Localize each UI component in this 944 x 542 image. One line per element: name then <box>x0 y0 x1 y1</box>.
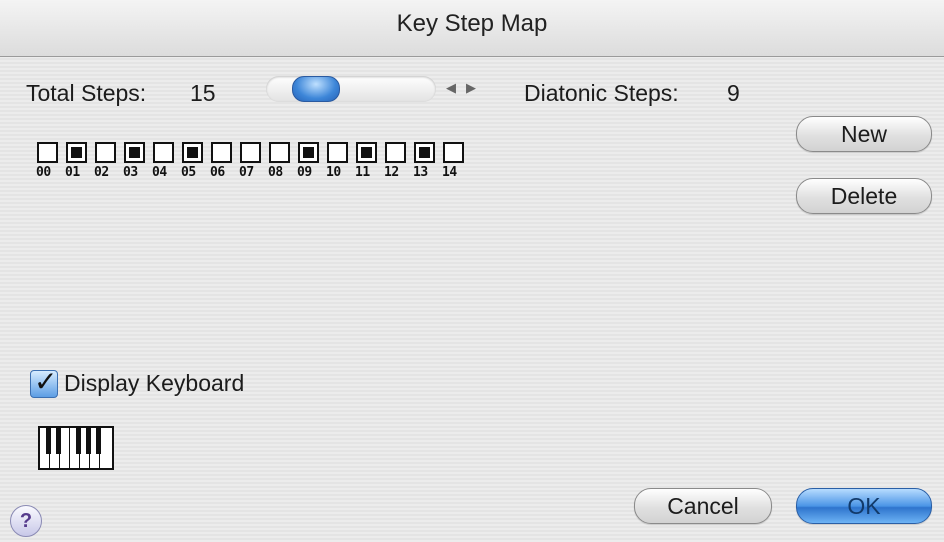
display-keyboard-label[interactable]: Display Keyboard <box>64 370 244 397</box>
checkmark-icon: ✓ <box>34 365 58 398</box>
help-button[interactable]: ? <box>10 505 42 537</box>
step-checkbox[interactable] <box>385 142 406 163</box>
step-number: 14 <box>442 165 457 180</box>
key-step-map-dialog: Key Step Map Total Steps: 15 ◀ ▶ Diatoni… <box>0 0 944 542</box>
total-steps-slider-thumb[interactable] <box>292 76 340 102</box>
step-checkbox[interactable] <box>240 142 261 163</box>
new-button[interactable]: New <box>796 116 932 152</box>
step-checkbox[interactable] <box>269 142 290 163</box>
total-steps-value: 15 <box>190 80 216 106</box>
ok-button[interactable]: OK <box>796 488 932 524</box>
step-checkbox[interactable] <box>443 142 464 163</box>
step-number: 08 <box>268 165 283 180</box>
triangle-right-icon[interactable]: ▶ <box>464 78 478 98</box>
step-number: 06 <box>210 165 225 180</box>
step-number: 07 <box>239 165 254 180</box>
cancel-button[interactable]: Cancel <box>634 488 772 524</box>
window-title: Key Step Map <box>396 10 548 37</box>
step-item[interactable]: 08 <box>268 142 297 190</box>
step-checkbox[interactable] <box>124 142 145 163</box>
diatonic-steps-value: 9 <box>727 80 740 106</box>
step-item[interactable]: 11 <box>355 142 384 190</box>
delete-button[interactable]: Delete <box>796 178 932 214</box>
diatonic-steps-label: Diatonic Steps: <box>524 80 679 106</box>
step-item[interactable]: 14 <box>442 142 471 190</box>
step-number: 11 <box>355 165 370 180</box>
step-item[interactable]: 00 <box>36 142 65 190</box>
step-item[interactable]: 02 <box>94 142 123 190</box>
step-number: 12 <box>384 165 399 180</box>
total-steps-label: Total Steps: <box>26 80 147 106</box>
step-number: 04 <box>152 165 167 180</box>
slider-arrows: ◀ ▶ <box>444 78 478 98</box>
step-checkbox[interactable] <box>66 142 87 163</box>
step-checkbox[interactable] <box>414 142 435 163</box>
step-item[interactable]: 04 <box>152 142 181 190</box>
step-checkbox[interactable] <box>298 142 319 163</box>
step-item[interactable]: 13 <box>413 142 442 190</box>
step-number: 01 <box>65 165 80 180</box>
step-checkbox[interactable] <box>182 142 203 163</box>
step-item[interactable]: 10 <box>326 142 355 190</box>
step-checkbox[interactable] <box>327 142 348 163</box>
step-item[interactable]: 06 <box>210 142 239 190</box>
step-item[interactable]: 05 <box>181 142 210 190</box>
step-checkbox[interactable] <box>37 142 58 163</box>
step-item[interactable]: 01 <box>65 142 94 190</box>
step-number: 09 <box>297 165 312 180</box>
step-number: 13 <box>413 165 428 180</box>
step-number: 02 <box>94 165 109 180</box>
display-keyboard-checkbox[interactable]: ✓ <box>30 365 58 398</box>
step-item[interactable]: 07 <box>239 142 268 190</box>
triangle-left-icon[interactable]: ◀ <box>444 78 458 98</box>
keyboard-preview <box>38 426 114 470</box>
title-bar[interactable]: Key Step Map <box>0 0 944 57</box>
step-checkbox[interactable] <box>153 142 174 163</box>
step-number: 10 <box>326 165 341 180</box>
step-number: 03 <box>123 165 138 180</box>
step-checkbox[interactable] <box>95 142 116 163</box>
step-item[interactable]: 12 <box>384 142 413 190</box>
step-item[interactable]: 09 <box>297 142 326 190</box>
step-number: 05 <box>181 165 196 180</box>
step-number: 00 <box>36 165 51 180</box>
step-item[interactable]: 03 <box>123 142 152 190</box>
step-checkbox[interactable] <box>211 142 232 163</box>
step-map: 00 01 02 03 04 05 06 07 08 09 10 11 12 13 14 <box>36 142 471 190</box>
step-checkbox[interactable] <box>356 142 377 163</box>
